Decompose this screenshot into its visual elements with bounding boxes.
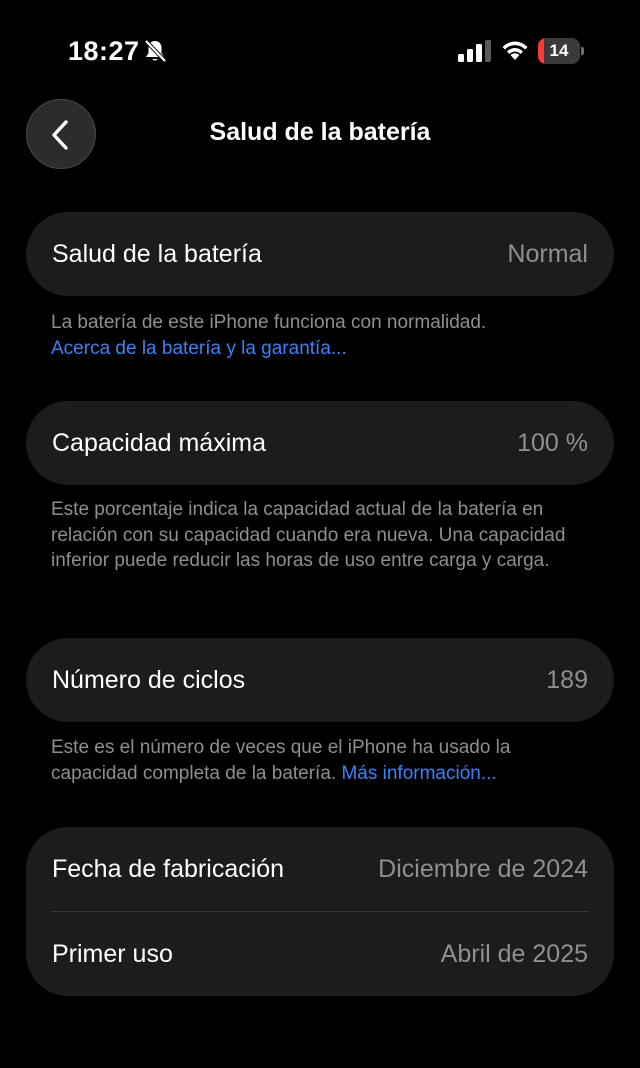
bell-slash-icon xyxy=(144,39,167,63)
battery-warranty-link[interactable]: Acerca de la batería y la garantía... xyxy=(51,338,347,359)
battery-health-value: Normal xyxy=(507,239,588,268)
manufacture-date-row: Fecha de fabricación Diciembre de 2024 xyxy=(26,827,614,911)
more-info-link[interactable]: Más información... xyxy=(341,763,496,784)
cycle-count-note: Este es el número de veces que el iPhone… xyxy=(51,735,591,786)
manufacture-date-value: Diciembre de 2024 xyxy=(378,854,588,883)
max-capacity-value: 100 % xyxy=(517,428,588,457)
cycle-count-card: Número de ciclos 189 xyxy=(26,638,614,722)
cycle-count-row: Número de ciclos 189 xyxy=(26,638,614,722)
cycle-count-label: Número de ciclos xyxy=(52,665,246,694)
status-time: 18:27 xyxy=(68,36,140,66)
battery-health-label: Salud de la batería xyxy=(52,239,262,268)
max-capacity-label: Capacidad máxima xyxy=(52,428,266,457)
screen: 18:27 14 Salud de la batería Salud de la… xyxy=(0,0,640,1068)
first-use-row: Primer uso Abril de 2025 xyxy=(26,912,614,996)
battery-percentage: 14 xyxy=(549,41,569,60)
manufacture-date-label: Fecha de fabricación xyxy=(52,854,285,883)
first-use-value: Abril de 2025 xyxy=(440,939,588,968)
max-capacity-card: Capacidad máxima 100 % xyxy=(26,401,614,485)
first-use-label: Primer uso xyxy=(52,939,173,968)
battery-health-row[interactable]: Salud de la batería Normal xyxy=(26,212,614,296)
battery-health-card[interactable]: Salud de la batería Normal xyxy=(26,212,614,296)
battery-icon: 14 xyxy=(538,38,584,64)
wifi-icon xyxy=(502,41,528,60)
dates-card: Fecha de fabricación Diciembre de 2024 P… xyxy=(26,827,614,996)
page-title: Salud de la batería xyxy=(209,118,431,146)
battery-health-description: La batería de este iPhone funciona con n… xyxy=(51,312,487,333)
max-capacity-note: Este porcentaje indica la capacidad actu… xyxy=(51,499,566,571)
status-bar: 18:27 14 xyxy=(0,0,640,100)
max-capacity-row: Capacidad máxima 100 % xyxy=(26,401,614,485)
cycle-count-value: 189 xyxy=(546,665,588,694)
battery-health-note: La batería de este iPhone funciona con n… xyxy=(51,310,591,361)
cellular-signal-icon xyxy=(458,40,491,62)
